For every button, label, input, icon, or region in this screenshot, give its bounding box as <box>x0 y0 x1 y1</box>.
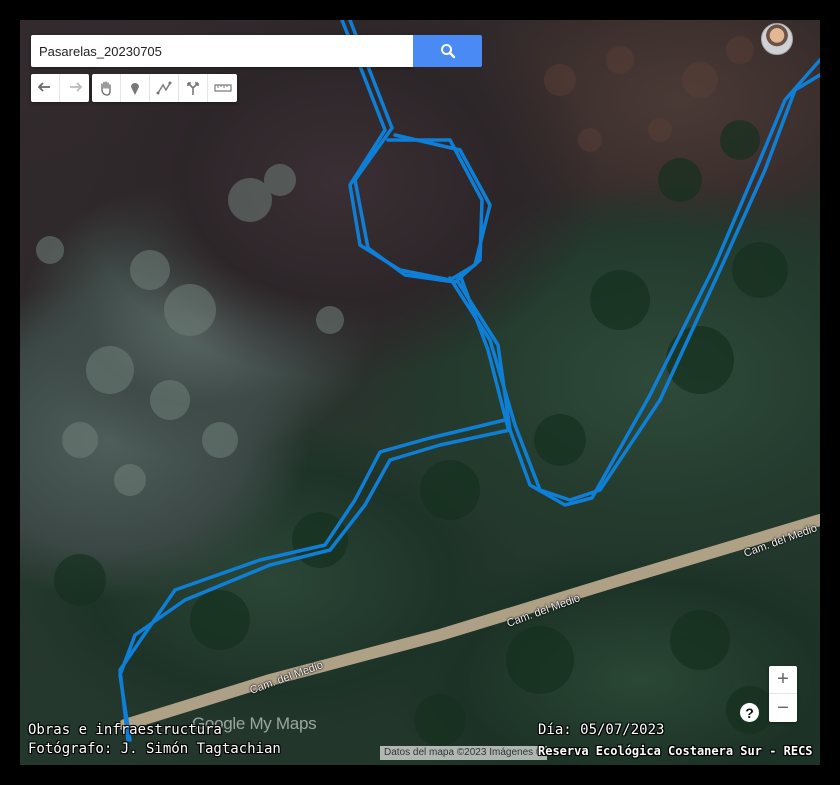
forest-texture <box>54 120 788 746</box>
map-overlay <box>36 20 820 746</box>
zoom-in-button[interactable]: + <box>769 666 797 694</box>
redo-icon <box>69 82 82 92</box>
marker-icon <box>131 83 139 95</box>
photographer-caption: Fotógrafo: J. Simón Tagtachian <box>28 741 281 757</box>
category-caption: Obras e infraestructura <box>28 722 222 738</box>
measure-button[interactable] <box>208 74 237 102</box>
directions-icon <box>187 82 199 95</box>
tools-group <box>92 74 237 102</box>
add-marker-button[interactable] <box>121 74 150 102</box>
hand-icon <box>101 81 111 96</box>
search-button[interactable] <box>413 35 482 67</box>
help-icon[interactable]: ? <box>740 703 759 722</box>
search-icon <box>440 44 455 59</box>
map-attribution[interactable]: Datos del mapa ©2023 Imágenes © <box>380 746 548 760</box>
draw-line-button[interactable] <box>150 74 179 102</box>
redo-button[interactable] <box>60 74 89 102</box>
undo-icon <box>37 82 50 92</box>
satellite-map[interactable]: Cam. del Medio Cam. del Medio Cam. del M… <box>20 20 820 765</box>
undo-button[interactable] <box>31 74 60 102</box>
search-input[interactable]: Pasarelas_20230705 <box>31 35 413 67</box>
search-bar: Pasarelas_20230705 <box>31 35 482 67</box>
zoom-control: + − <box>769 666 797 722</box>
vegetation-texture <box>36 164 344 496</box>
date-caption: Día: 05/07/2023 <box>538 722 665 738</box>
ruler-icon <box>213 84 232 92</box>
credit-caption: Reserva Ecológica Costanera Sur - RECS <box>538 744 813 758</box>
pan-button[interactable] <box>92 74 121 102</box>
map-toolbar <box>31 74 237 102</box>
zoom-out-button[interactable]: − <box>769 694 797 722</box>
directions-button[interactable] <box>179 74 208 102</box>
history-group <box>31 74 89 102</box>
track-path <box>458 273 510 430</box>
user-avatar[interactable] <box>761 23 793 55</box>
draw-line-icon <box>156 81 172 95</box>
